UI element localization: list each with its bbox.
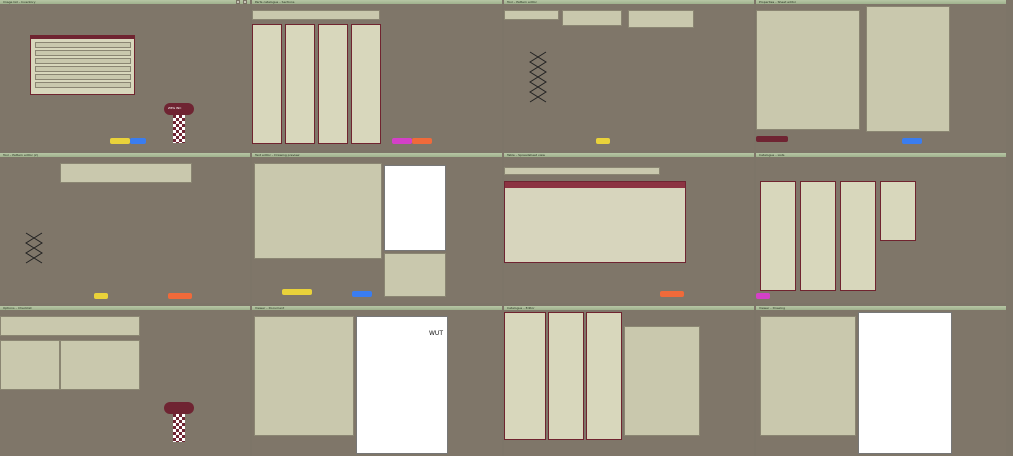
- list-row[interactable]: [35, 66, 131, 72]
- spreadsheet-header: [505, 182, 685, 188]
- pane-1: Image list – Inventory ZIEG INC: [0, 0, 250, 150]
- drawing-preview: [858, 312, 952, 454]
- title-bar[interactable]: Tool – Pattern editor: [504, 0, 754, 4]
- title-bar[interactable]: Viewer – Document: [252, 306, 502, 310]
- logo-tower: [173, 414, 185, 442]
- pattern-editor[interactable]: [24, 231, 44, 271]
- pane-10: Viewer – Document WUT: [252, 306, 502, 456]
- options-panel[interactable]: [0, 316, 140, 336]
- title-bar[interactable]: Options – Checklist: [0, 306, 250, 310]
- window-title: Catalogue – Editor: [507, 306, 535, 310]
- sheet-panel[interactable]: [866, 6, 950, 132]
- window-title: Viewer – Document: [255, 306, 285, 310]
- logo-text: ZIEG INC: [168, 106, 182, 110]
- window-title: Tool – Pattern editor (2): [3, 153, 39, 157]
- title-bar[interactable]: Table – Spreadsheet view: [504, 153, 754, 157]
- pane-11: Catalogue – Editor: [504, 306, 754, 456]
- pane-6: Text editor – Drawing preview: [252, 153, 502, 303]
- catalogue-list[interactable]: [504, 312, 546, 440]
- section-column[interactable]: [318, 24, 348, 144]
- detail-panel[interactable]: [384, 253, 446, 297]
- list-row[interactable]: [35, 50, 131, 56]
- list-row[interactable]: [35, 58, 131, 64]
- toy-icon: [412, 138, 432, 144]
- catalogue-list[interactable]: [880, 181, 916, 241]
- size-field[interactable]: [562, 10, 622, 26]
- toy-icon: [756, 136, 788, 142]
- editor-panel[interactable]: [624, 326, 700, 436]
- title-bar[interactable]: Properties – Sheet editor: [756, 0, 1006, 4]
- pane-9: Options – Checklist: [0, 306, 250, 456]
- pane-12: Viewer – Drawing: [756, 306, 1006, 456]
- file-list[interactable]: [760, 316, 856, 436]
- pattern-editor[interactable]: [528, 50, 548, 110]
- pane-4: Properties – Sheet editor: [756, 0, 1006, 150]
- header-field[interactable]: [252, 10, 380, 20]
- list-row[interactable]: [35, 82, 131, 88]
- section-column[interactable]: [351, 24, 381, 144]
- toy-icon: [596, 138, 610, 144]
- window-title: Parts catalogue – Sections: [255, 0, 295, 4]
- window-title: Image list – Inventory: [3, 0, 36, 4]
- window-title: Viewer – Drawing: [759, 306, 786, 310]
- catalogue-list[interactable]: [840, 181, 876, 291]
- doc-preview-text: WUT: [429, 330, 443, 337]
- list-row[interactable]: [35, 74, 131, 80]
- logo-tower: [173, 115, 185, 143]
- catalogue-list[interactable]: [760, 181, 796, 291]
- title-bar[interactable]: Viewer – Drawing: [756, 306, 1006, 310]
- list-header: [31, 36, 134, 39]
- pane-2: Parts catalogue – Sections: [252, 0, 502, 150]
- title-bar[interactable]: Parts catalogue – Sections: [252, 0, 502, 4]
- minimize-button[interactable]: [236, 0, 240, 4]
- title-bar[interactable]: Text editor – Drawing preview: [252, 153, 502, 157]
- section-column[interactable]: [285, 24, 315, 144]
- toy-icon: [168, 293, 192, 299]
- info-panel: [60, 163, 192, 183]
- section-column[interactable]: [252, 24, 282, 144]
- name-field[interactable]: [504, 10, 559, 20]
- toy-icon: [94, 293, 108, 299]
- toy-icon: [902, 138, 922, 144]
- window-title: Tool – Pattern editor: [507, 0, 537, 4]
- file-list[interactable]: [254, 316, 354, 436]
- inventory-list[interactable]: [30, 35, 135, 95]
- toy-icon: [130, 138, 146, 144]
- spreadsheet[interactable]: [504, 181, 686, 263]
- toy-icon: [756, 293, 770, 299]
- catalogue-list[interactable]: [548, 312, 584, 440]
- header-field[interactable]: [504, 167, 660, 175]
- window-title: Properties – Sheet editor: [759, 0, 797, 4]
- document-preview: WUT: [356, 316, 448, 454]
- properties-panel[interactable]: [756, 10, 860, 130]
- logo-badge: [164, 402, 194, 414]
- pane-8: Catalogue – Lists: [756, 153, 1006, 303]
- window-title: Catalogue – Lists: [759, 153, 785, 157]
- pane-5: Tool – Pattern editor (2): [0, 153, 250, 303]
- text-editor[interactable]: [254, 163, 382, 259]
- drawing-preview: [384, 165, 446, 251]
- options-panel[interactable]: [0, 340, 60, 390]
- toy-icon: [282, 289, 312, 295]
- title-bar[interactable]: Tool – Pattern editor (2): [0, 153, 250, 157]
- catalogue-list[interactable]: [586, 312, 622, 440]
- title-bar[interactable]: Catalogue – Lists: [756, 153, 1006, 157]
- options-panel[interactable]: [60, 340, 140, 390]
- list-row[interactable]: [35, 42, 131, 48]
- title-bar[interactable]: Catalogue – Editor: [504, 306, 754, 310]
- window-title: Text editor – Drawing preview: [255, 153, 300, 157]
- pane-7: Table – Spreadsheet view: [504, 153, 754, 303]
- window-title: Table – Spreadsheet view: [507, 153, 545, 157]
- title-bar[interactable]: Image list – Inventory: [0, 0, 250, 4]
- toy-icon: [110, 138, 130, 144]
- toy-icon: [352, 291, 372, 297]
- info-panel: [628, 10, 694, 28]
- window-title: Options – Checklist: [3, 306, 32, 310]
- pane-3: Tool – Pattern editor: [504, 0, 754, 150]
- catalogue-list[interactable]: [800, 181, 836, 291]
- toy-icon: [660, 291, 684, 297]
- close-button[interactable]: [243, 0, 247, 4]
- toy-icon: [392, 138, 412, 144]
